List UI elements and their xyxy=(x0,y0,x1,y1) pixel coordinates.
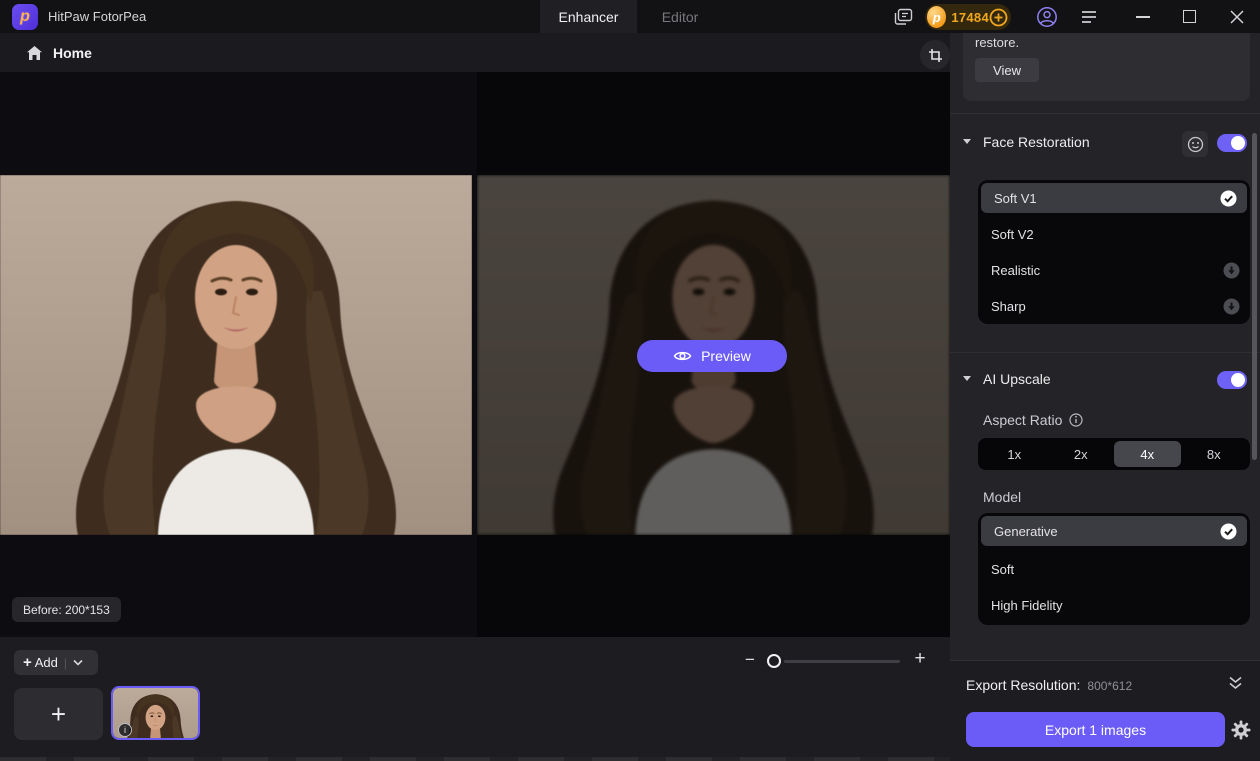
model-high-fidelity[interactable]: High Fidelity xyxy=(978,587,1250,623)
zoom-in-button[interactable]: + xyxy=(910,648,930,669)
close-icon[interactable] xyxy=(1229,0,1245,33)
image-thumbnail[interactable]: i xyxy=(111,686,200,740)
feedback-icon[interactable] xyxy=(892,0,914,33)
maximize-icon[interactable] xyxy=(1183,10,1196,23)
collapse-icon[interactable] xyxy=(963,139,971,144)
minimize-icon[interactable] xyxy=(1136,16,1150,18)
before-resolution-badge: Before: 200*153 xyxy=(12,597,121,622)
aspect-ratio-segmented: 1x 2x 4x 8x xyxy=(978,438,1250,470)
view-button[interactable]: View xyxy=(975,58,1039,82)
add-button[interactable]: + Add | xyxy=(14,650,98,675)
intro-card: restore. View xyxy=(963,33,1250,101)
menu-icon[interactable] xyxy=(1079,0,1099,33)
face-mode-button[interactable] xyxy=(1182,131,1208,157)
account-icon[interactable] xyxy=(1035,0,1059,33)
info-icon[interactable]: i xyxy=(118,723,132,737)
tab-editor[interactable]: Editor xyxy=(645,0,715,33)
aspect-ratio-label: Aspect Ratio xyxy=(983,412,1083,428)
section-face-restoration: Face Restoration xyxy=(950,131,1260,157)
section-title: Face Restoration xyxy=(983,134,1090,150)
ratio-1x[interactable]: 1x xyxy=(981,441,1048,467)
download-icon[interactable] xyxy=(1223,262,1240,279)
divider xyxy=(950,113,1260,114)
export-bar: Export Resolution: 800*612 Export 1 imag… xyxy=(950,660,1260,761)
breadcrumb-home[interactable]: Home xyxy=(26,33,92,72)
face-restoration-toggle[interactable] xyxy=(1217,134,1247,152)
add-credits-icon[interactable] xyxy=(989,8,1008,27)
window-bottom-edge xyxy=(0,757,950,761)
zoom-slider-track[interactable] xyxy=(784,660,900,663)
option-sharp[interactable]: Sharp xyxy=(978,288,1250,324)
before-image xyxy=(0,175,472,535)
add-image-tile[interactable]: + xyxy=(14,688,103,740)
collapse-icon[interactable] xyxy=(963,376,971,381)
home-label: Home xyxy=(53,44,92,61)
preview-button[interactable]: Preview xyxy=(637,340,787,372)
app-logo-icon: p xyxy=(12,4,38,30)
checkmark-icon xyxy=(1220,523,1237,540)
coin-icon: p xyxy=(927,6,947,28)
intro-text: restore. xyxy=(975,35,1020,50)
tab-enhancer[interactable]: Enhancer xyxy=(540,0,637,33)
divider xyxy=(950,352,1260,353)
bottom-toolbar: + Add | − + + i xyxy=(0,637,950,761)
plus-icon: + xyxy=(23,654,32,671)
credits-badge[interactable]: p 17484 xyxy=(925,4,1011,30)
app-title: HitPaw FotorPea xyxy=(48,9,147,24)
credits-count: 17484 xyxy=(951,9,989,25)
download-icon[interactable] xyxy=(1223,298,1240,315)
app-window: p HitPaw FotorPea Enhancer Editor p 1748… xyxy=(0,0,1260,761)
checkmark-icon xyxy=(1220,190,1237,207)
chevron-down-icon[interactable] xyxy=(73,659,83,666)
titlebar: p HitPaw FotorPea Enhancer Editor p 1748… xyxy=(0,0,1260,33)
info-icon[interactable] xyxy=(1069,413,1083,427)
gear-icon[interactable] xyxy=(1231,720,1251,740)
export-button[interactable]: Export 1 images xyxy=(966,712,1225,747)
preview-label: Preview xyxy=(701,348,751,364)
canvas: Preview Before: 200*153 xyxy=(0,72,950,637)
double-chevron-down-icon[interactable] xyxy=(1228,676,1243,690)
home-bar: Home xyxy=(0,33,950,72)
section-ai-upscale: AI Upscale xyxy=(950,370,1260,390)
divider: | xyxy=(63,655,68,670)
home-icon xyxy=(27,45,42,60)
add-label: Add xyxy=(34,655,58,670)
zoom-out-button[interactable]: − xyxy=(741,650,759,669)
ai-upscale-toggle[interactable] xyxy=(1217,371,1247,389)
model-soft[interactable]: Soft xyxy=(978,551,1250,587)
ratio-4x[interactable]: 4x xyxy=(1114,441,1181,467)
zoom-slider-handle[interactable] xyxy=(767,654,781,668)
ratio-8x[interactable]: 8x xyxy=(1181,441,1248,467)
model-options: Generative Soft High Fidelity xyxy=(978,513,1250,625)
ratio-2x[interactable]: 2x xyxy=(1048,441,1115,467)
section-title: AI Upscale xyxy=(983,371,1051,387)
option-soft-v2[interactable]: Soft V2 xyxy=(978,216,1250,252)
eye-icon xyxy=(673,351,692,361)
panel-scrollbar[interactable] xyxy=(1252,133,1257,460)
option-realistic[interactable]: Realistic xyxy=(978,252,1250,288)
model-label: Model xyxy=(983,489,1022,505)
face-restoration-options: Soft V1 Soft V2 Realistic Sharp xyxy=(978,180,1250,324)
export-resolution: Export Resolution: 800*612 xyxy=(966,677,1133,693)
smiley-icon xyxy=(1187,136,1203,152)
crop-button[interactable] xyxy=(920,40,950,70)
option-soft-v1[interactable]: Soft V1 xyxy=(981,183,1247,213)
settings-panel: restore. View Face Restoration Soft V1 S… xyxy=(950,33,1260,761)
crop-icon xyxy=(928,48,942,62)
model-generative[interactable]: Generative xyxy=(981,516,1247,546)
